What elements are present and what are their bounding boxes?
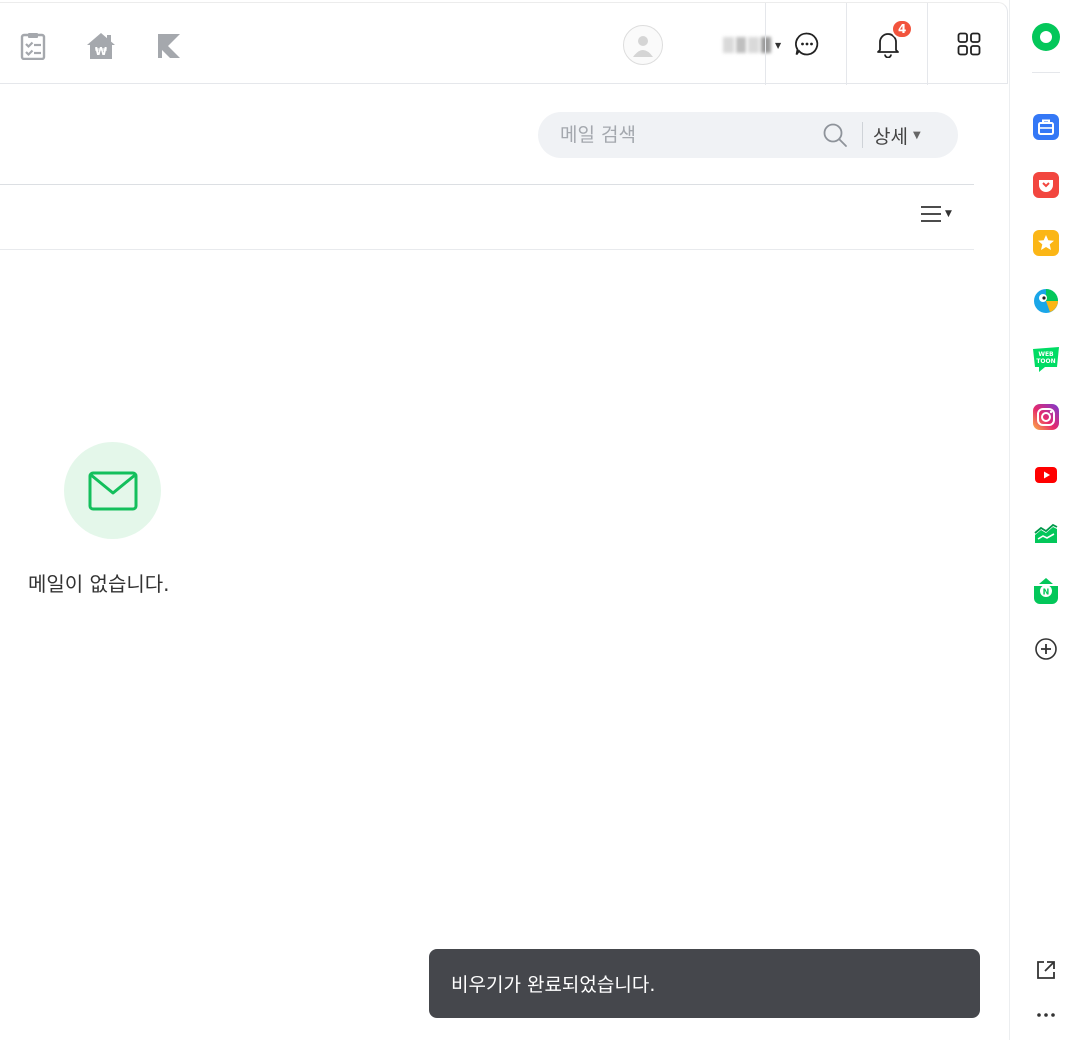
notification-badge: 4 [891,19,914,39]
empty-state-badge [64,442,161,539]
instagram-icon[interactable] [1031,402,1061,432]
right-rail: WEB TOON N [1009,0,1080,1040]
briefcase-icon[interactable] [1031,112,1061,142]
svg-text:WEB: WEB [1038,351,1054,358]
chat-button[interactable] [765,3,847,85]
external-link-icon[interactable] [1031,955,1061,985]
caret-down-icon: ▼ [912,129,921,141]
profile-menu[interactable]: ▼ [623,23,781,67]
svg-text:TOON: TOON [1036,358,1055,365]
view-options-button[interactable]: ▼ [920,204,952,224]
user-icon [633,36,653,57]
naver-pay-icon[interactable]: N [1031,576,1061,606]
caret-down-icon: ▼ [945,209,952,219]
search-icon[interactable] [820,120,850,150]
svg-text:₩: ₩ [95,45,107,58]
search-input[interactable] [538,112,818,158]
naver-green-icon[interactable] [1031,22,1061,52]
checklist-icon[interactable] [17,29,49,63]
pie-bird-icon[interactable] [1031,286,1061,316]
avatar [623,25,663,65]
webtoon-icon[interactable]: WEB TOON [1031,344,1061,374]
detail-search-button[interactable]: 상세 ▼ [873,122,921,149]
list-view-icon [921,206,941,222]
svg-text:N: N [1043,588,1050,597]
envelope-icon [88,471,137,510]
more-icon[interactable] [1031,1000,1061,1030]
house-won-icon[interactable]: ₩ [85,29,117,63]
profile-name-blurred [723,37,771,53]
mail-search-bar: 상세 ▼ [538,112,958,158]
grid-icon [957,32,980,56]
rail-divider [1032,72,1060,73]
empty-state-message: 메일이 없습니다. [28,572,170,596]
pocket-heart-icon[interactable] [1031,170,1061,200]
toast-message: 비우기가 완료되었습니다. [451,974,656,996]
detail-search-label: 상세 [873,125,908,148]
apps-button[interactable] [927,3,1009,85]
profile-name [669,37,717,53]
toast-notification: 비우기가 완료되었습니다. [429,949,980,1018]
add-icon[interactable] [1031,634,1061,664]
chat-bubble-icon [794,32,818,56]
top-header: ₩ ▼ 4 [0,2,1009,85]
divider [0,184,974,185]
divider [0,249,974,250]
notifications-button[interactable]: 4 [846,3,928,85]
k-logo-icon[interactable] [153,29,185,63]
youtube-icon[interactable] [1031,460,1061,490]
star-icon[interactable] [1031,228,1061,258]
stocks-icon[interactable] [1031,518,1061,548]
search-divider [862,122,863,148]
